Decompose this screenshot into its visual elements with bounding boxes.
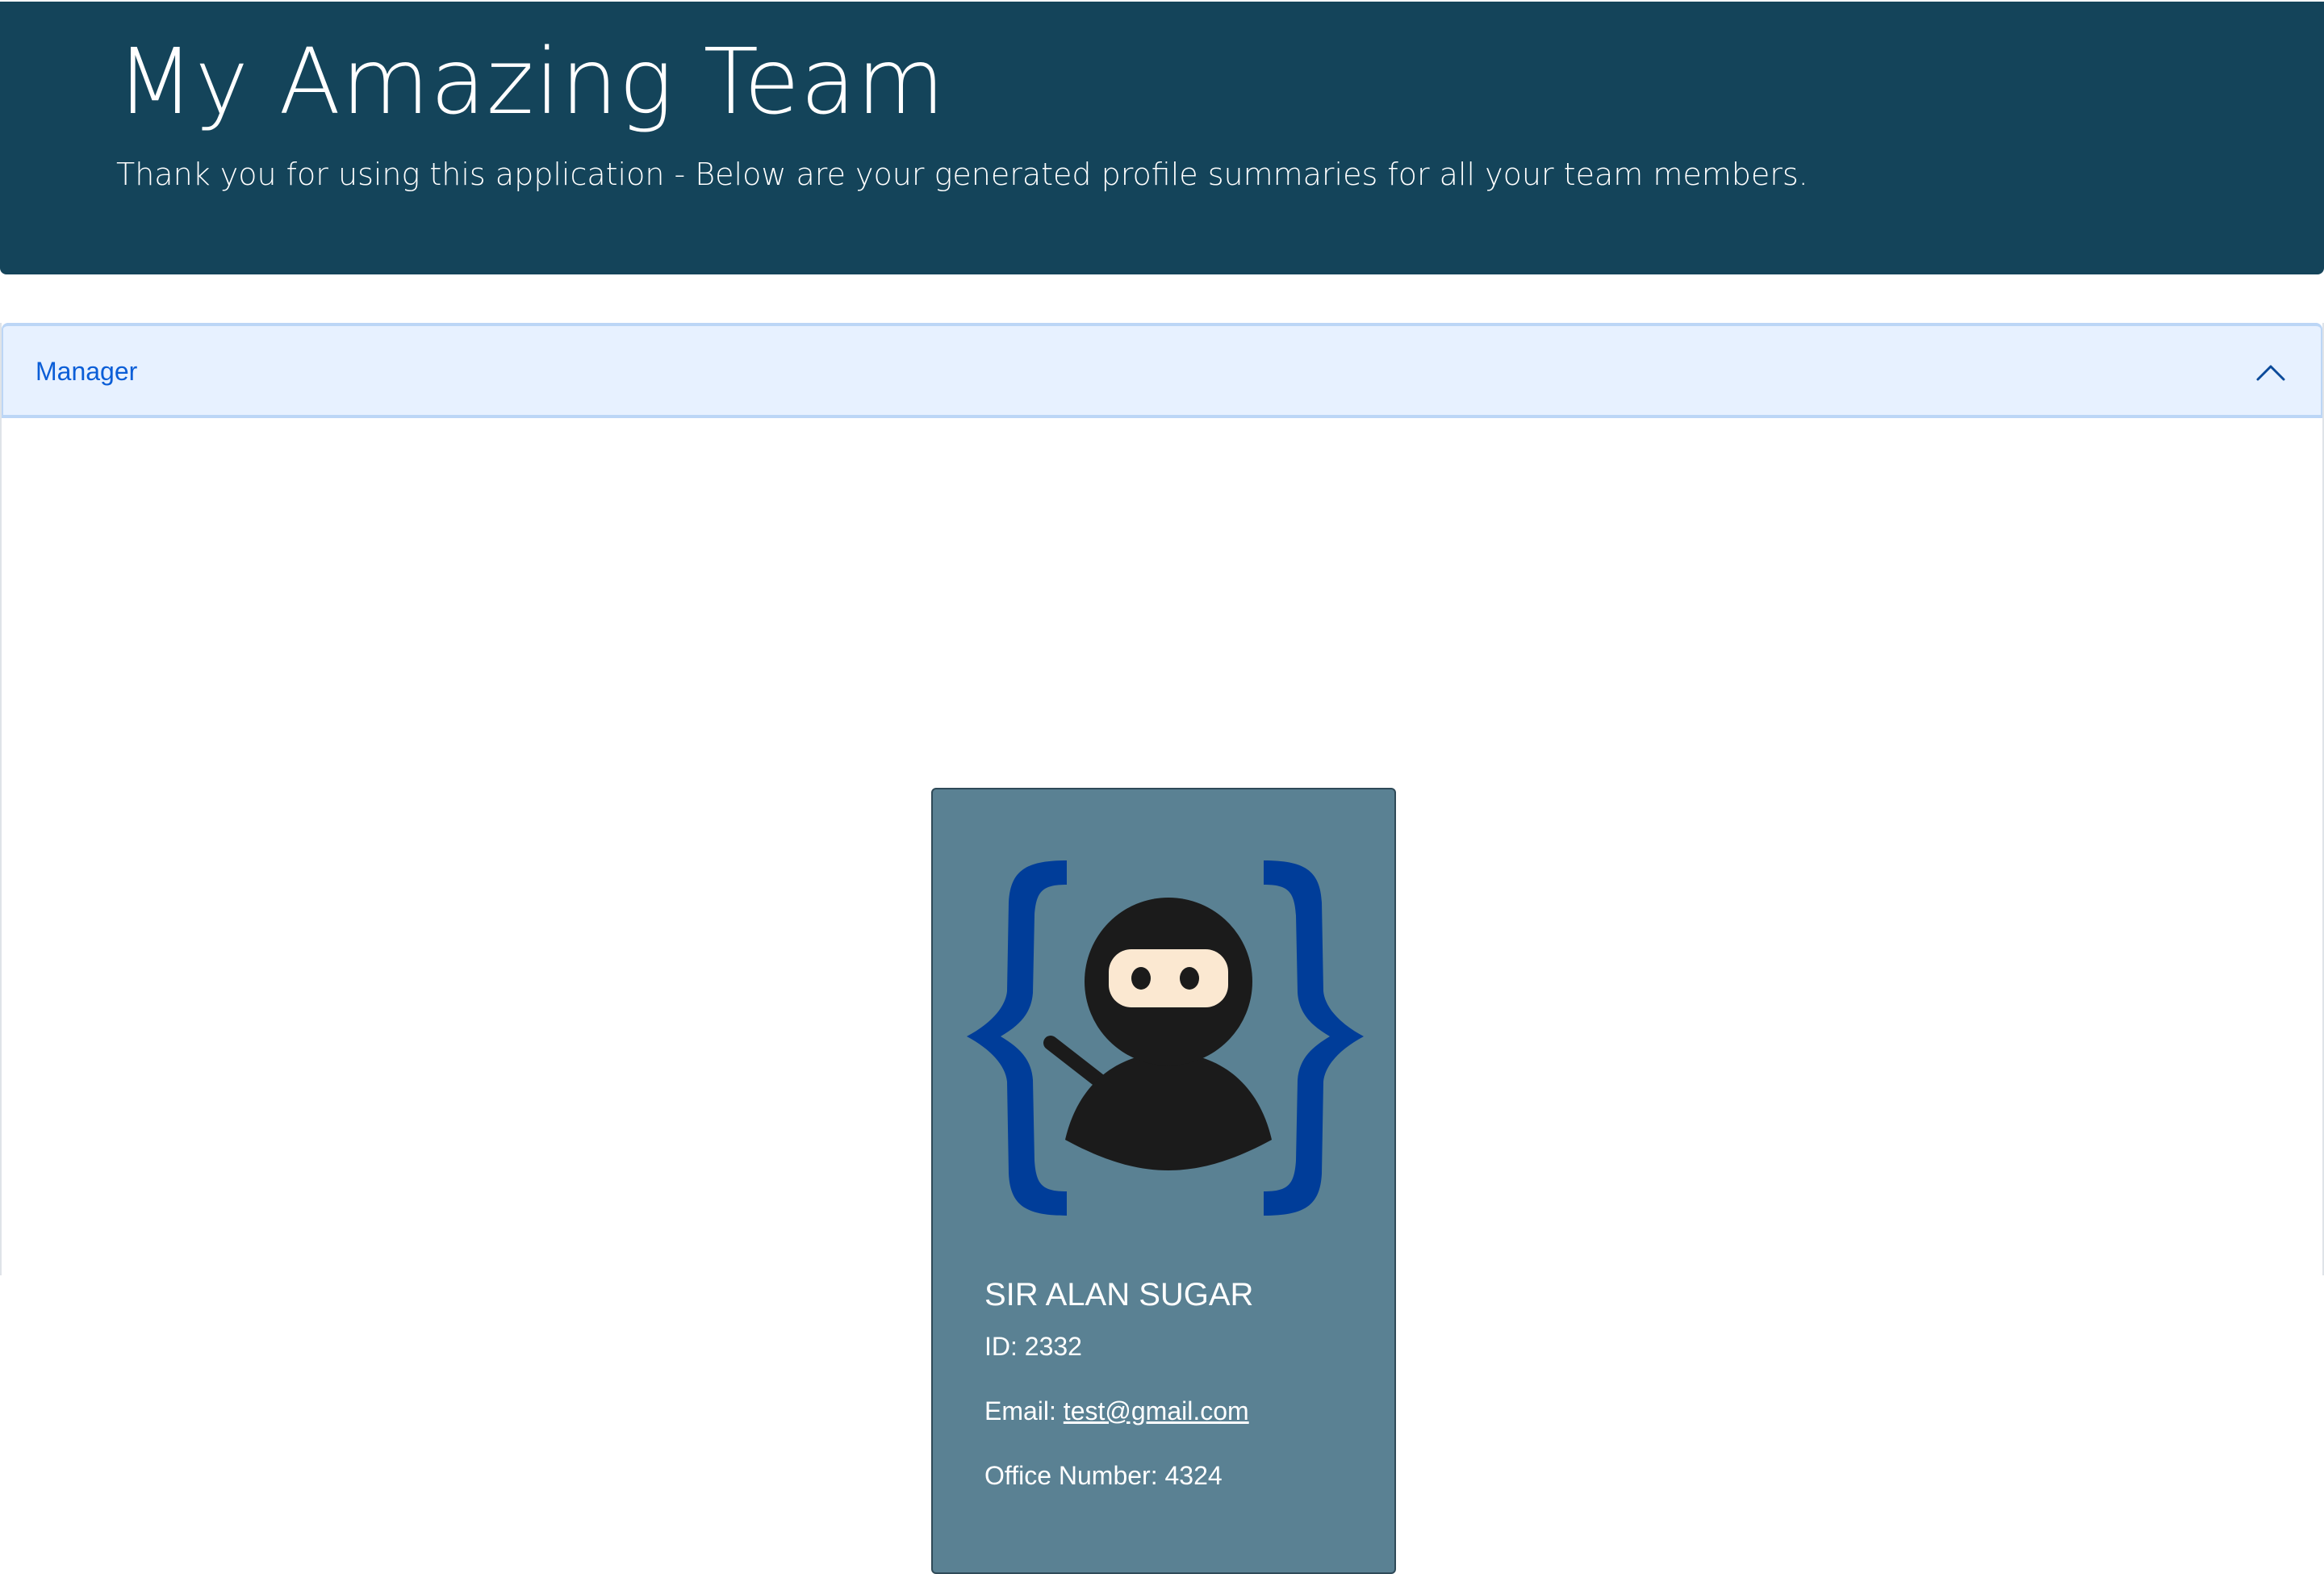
page-title: My Amazing Team bbox=[116, 30, 946, 135]
accordion-title: Manager bbox=[36, 357, 138, 386]
member-office-value: 4324 bbox=[1164, 1461, 1223, 1490]
chevron-up-icon bbox=[2256, 365, 2285, 381]
page-header: My Amazing Team Thank you for using this… bbox=[0, 2, 2324, 274]
member-email: Email: test@gmail.com bbox=[984, 1393, 1249, 1429]
member-id: ID: 2332 bbox=[984, 1329, 1082, 1364]
ninja-braces-icon bbox=[967, 860, 1364, 1216]
page-subtitle: Thank you for using this application - B… bbox=[116, 157, 1808, 192]
member-name: SIR ALAN SUGAR bbox=[984, 1277, 1254, 1312]
member-office-label: Office Number: bbox=[984, 1461, 1158, 1490]
member-email-label: Email: bbox=[984, 1396, 1056, 1425]
manager-accordion: Manager SIR ALAN SUGAR ID: 2332 Email: t… bbox=[0, 323, 2324, 1574]
member-email-link[interactable]: test@gmail.com bbox=[1064, 1396, 1249, 1425]
member-office: Office Number: 4324 bbox=[984, 1458, 1223, 1493]
accordion-toggle-button[interactable]: Manager bbox=[2, 323, 2322, 418]
manager-profile-card: SIR ALAN SUGAR ID: 2332 Email: test@gmai… bbox=[931, 788, 1396, 1574]
member-id-label: ID: bbox=[984, 1332, 1018, 1361]
member-id-value: 2332 bbox=[1024, 1332, 1082, 1361]
